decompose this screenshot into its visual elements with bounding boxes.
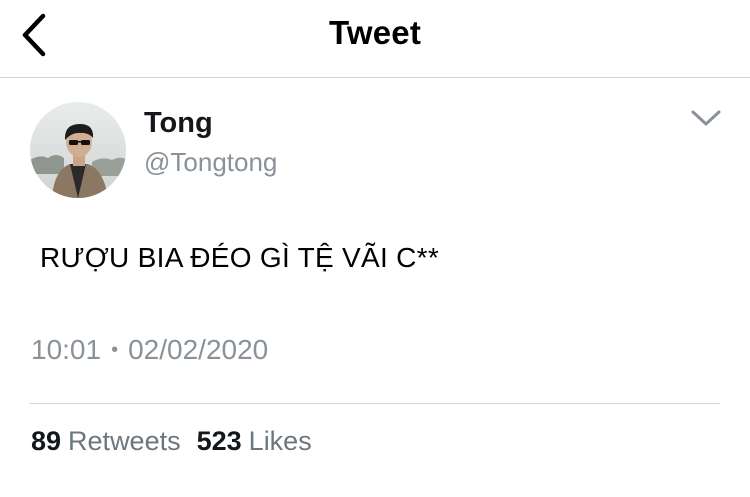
author-handle[interactable]: @Tongtong xyxy=(144,147,277,178)
likes-label: Likes xyxy=(248,426,312,456)
tweet-timestamp: 10:01 • 02/02/2020 xyxy=(31,334,268,366)
tweet-detail-screen: Tweet Tong @Tongtong RƯỢU BIA ĐÉO GÌ TỆ … xyxy=(0,0,750,497)
more-options-button[interactable] xyxy=(688,100,724,136)
chevron-down-icon xyxy=(691,110,721,126)
navigation-header: Tweet xyxy=(0,0,750,78)
likes-count: 523 xyxy=(196,426,242,456)
separator-dot: • xyxy=(111,339,119,361)
retweets-stat[interactable]: 89 Retweets xyxy=(31,426,181,457)
tweet-time: 10:01 xyxy=(31,334,102,365)
author-display-name[interactable]: Tong xyxy=(144,107,213,140)
divider xyxy=(30,403,720,404)
tweet-date: 02/02/2020 xyxy=(128,334,269,365)
page-title: Tweet xyxy=(328,14,422,51)
retweets-label: Retweets xyxy=(68,426,181,456)
profile-photo xyxy=(30,102,126,198)
retweets-count: 89 xyxy=(31,426,62,456)
tweet-text: RƯỢU BIA ĐÉO GÌ TỆ VÃI C** xyxy=(40,242,440,273)
avatar[interactable] xyxy=(30,102,126,198)
engagement-stats: 89 Retweets 523 Likes xyxy=(31,426,312,457)
likes-stat[interactable]: 523 Likes xyxy=(197,426,312,457)
